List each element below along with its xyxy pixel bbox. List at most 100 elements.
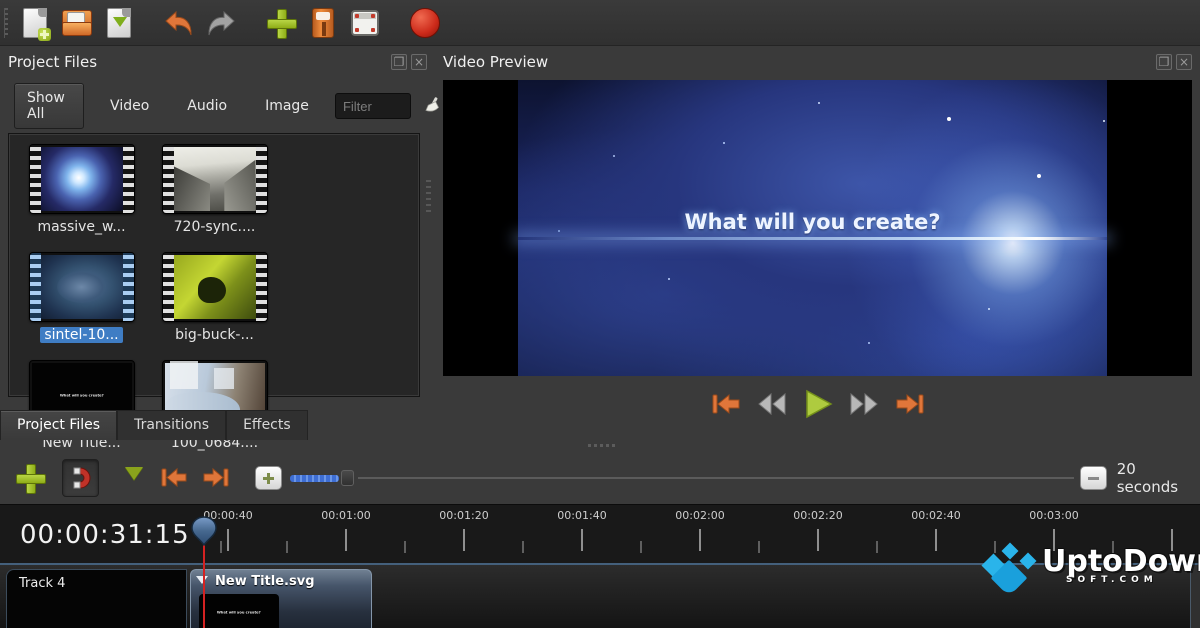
playhead-marker[interactable] <box>191 516 217 546</box>
file-card-selected[interactable]: sintel-10... <box>15 252 148 360</box>
close-panel-icon[interactable]: × <box>411 54 427 70</box>
fast-forward-icon <box>849 392 879 416</box>
magnet-icon <box>68 465 94 491</box>
dock-tabs: Project Files Transitions Effects <box>0 410 435 440</box>
snapping-toggle-button[interactable] <box>62 459 99 497</box>
project-files-header: Project Files ❐ × <box>8 51 427 73</box>
zoom-out-icon <box>1088 477 1099 480</box>
uptodown-watermark: UptoDown SOFT.COM <box>982 544 1200 600</box>
clip-thumb-text: What will you create? <box>217 610 261 614</box>
track-name: Track 4 <box>19 576 186 591</box>
toolbar-drag-handle[interactable] <box>4 8 8 38</box>
playhead-timecode: 00:00:31:15 <box>20 520 190 550</box>
openshot-window: Project Files ❐ × Show All Video Audio I… <box>0 0 1200 628</box>
video-preview-title: Video Preview <box>443 53 548 71</box>
float-panel-icon[interactable]: ❐ <box>391 54 407 70</box>
undo-button[interactable] <box>160 4 198 42</box>
rewind-icon <box>757 392 787 416</box>
new-project-button[interactable] <box>16 4 54 42</box>
vertical-splitter-handle[interactable] <box>426 180 431 216</box>
filter-input[interactable] <box>335 93 411 119</box>
zoom-out-button[interactable] <box>1080 466 1106 490</box>
next-marker-button[interactable] <box>201 466 231 490</box>
dock-tab-effects[interactable]: Effects <box>226 410 308 440</box>
save-project-button[interactable] <box>100 4 138 42</box>
jump-to-end-button[interactable] <box>892 388 928 420</box>
jump-to-start-button[interactable] <box>708 388 744 420</box>
float-panel-icon[interactable]: ❐ <box>1156 54 1172 70</box>
play-button[interactable] <box>800 388 836 420</box>
rewind-button[interactable] <box>754 388 790 420</box>
video-thumbnail <box>29 144 135 214</box>
add-track-icon <box>16 464 44 492</box>
jump-to-start-icon <box>710 391 742 417</box>
export-video-button[interactable] <box>406 4 444 42</box>
new-project-icon <box>23 8 47 38</box>
zoom-in-icon <box>263 473 274 484</box>
file-card[interactable]: massive_w... <box>15 144 148 252</box>
tab-video[interactable]: Video <box>98 92 161 120</box>
choose-profile-icon <box>312 8 334 38</box>
import-files-icon <box>267 9 295 37</box>
undo-icon <box>164 10 194 36</box>
video-preview-header: Video Preview ❐ × <box>443 51 1192 73</box>
zoom-slider-handle[interactable] <box>341 470 355 486</box>
open-project-button[interactable] <box>58 4 96 42</box>
clip-thumbnail: What will you create? <box>199 594 279 628</box>
file-card[interactable]: big-buck-... <box>148 252 281 360</box>
redo-button[interactable] <box>202 4 240 42</box>
zoom-in-button[interactable] <box>255 466 281 490</box>
playhead-balloon-icon <box>191 516 217 546</box>
watermark-brand: UptoDown <box>1042 544 1200 579</box>
tab-audio[interactable]: Audio <box>175 92 239 120</box>
file-name: massive_w... <box>37 219 125 235</box>
timeline-clip[interactable]: New Title.svg What will you create? <box>190 569 372 628</box>
video-thumbnail <box>29 252 135 322</box>
zoom-slider-track[interactable] <box>358 477 1074 479</box>
close-panel-icon[interactable]: × <box>1176 54 1192 70</box>
next-marker-icon <box>201 466 231 490</box>
add-marker-icon <box>125 467 143 489</box>
preview-overlay-text: What will you create? <box>518 210 1107 234</box>
file-name: 720-sync.... <box>174 219 256 235</box>
redo-icon <box>206 10 236 36</box>
light-streak-decoration <box>518 237 1107 240</box>
playback-controls <box>435 388 1200 420</box>
tab-show-all[interactable]: Show All <box>14 83 84 129</box>
import-files-button[interactable] <box>262 4 300 42</box>
tab-image[interactable]: Image <box>253 92 321 120</box>
fullscreen-icon <box>351 10 379 36</box>
ruler-label: 00:03:00 <box>1029 509 1078 522</box>
zoom-scale-label: 20 seconds <box>1117 460 1200 496</box>
previous-marker-button[interactable] <box>159 466 189 490</box>
add-track-button[interactable] <box>16 464 44 492</box>
video-thumbnail <box>162 144 268 214</box>
clip-menu-chevron-icon[interactable] <box>196 576 208 590</box>
main-toolbar <box>0 0 1200 46</box>
ruler-label: 00:02:00 <box>675 509 724 522</box>
choose-profile-button[interactable] <box>304 4 342 42</box>
open-project-icon <box>62 10 92 36</box>
video-preview-panel: Video Preview ❐ × What will you create? <box>435 46 1200 440</box>
clip-label: New Title.svg <box>215 574 315 589</box>
video-thumbnail <box>162 252 268 322</box>
watermark-subtitle: SOFT.COM <box>1066 575 1158 585</box>
watermark-text: UptoDown SOFT.COM <box>1042 544 1200 600</box>
ruler-label: 00:02:40 <box>911 509 960 522</box>
file-name: big-buck-... <box>175 327 254 343</box>
dock-tab-project-files[interactable]: Project Files <box>0 410 117 440</box>
horizontal-splitter-handle[interactable] <box>588 444 616 447</box>
add-marker-button[interactable] <box>125 467 143 489</box>
title-thumb-text: What will you create? <box>60 393 104 397</box>
project-files-title: Project Files <box>8 53 97 71</box>
fast-forward-button[interactable] <box>846 388 882 420</box>
stars-decoration <box>518 80 520 82</box>
zoom-slider-filled[interactable] <box>290 475 339 482</box>
file-card[interactable]: 720-sync.... <box>148 144 281 252</box>
playhead-line <box>203 544 205 628</box>
ruler-label: 00:01:40 <box>557 509 606 522</box>
uptodown-logo-icon <box>982 544 1040 600</box>
track-header[interactable]: Track 4 <box>6 569 187 628</box>
dock-tab-transitions[interactable]: Transitions <box>117 410 226 440</box>
fullscreen-button[interactable] <box>346 4 384 42</box>
